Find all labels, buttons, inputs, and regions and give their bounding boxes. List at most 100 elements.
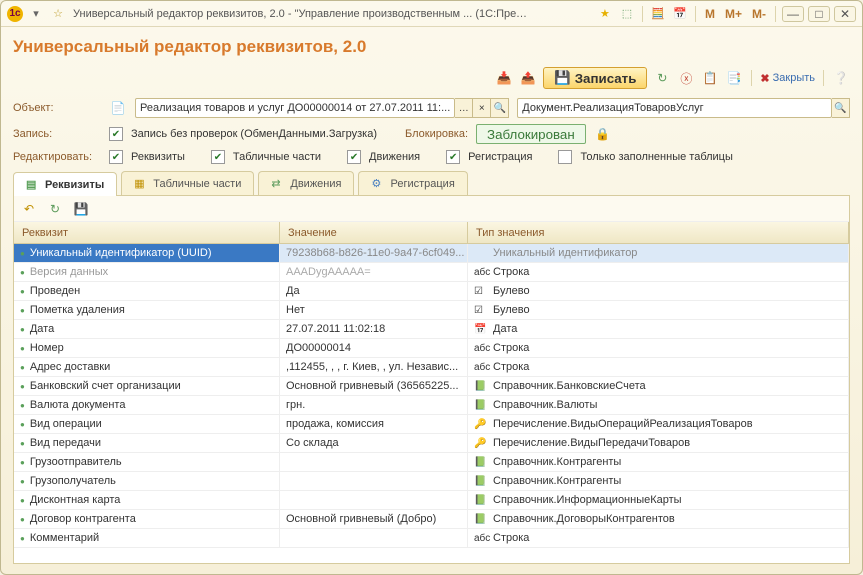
close-button[interactable]: ✖ Закрыть [760,72,815,85]
row-bullet-icon: ● [20,477,25,486]
table-row[interactable]: ●Вид передачиСо склада🔑Перечисление.Виды… [14,434,849,453]
object-select-button[interactable]: … [455,98,473,118]
table-row[interactable]: ●НомерДО00000014aбcСтрока [14,339,849,358]
col-value[interactable]: Значение [280,222,468,243]
edit-label: Редактировать: [13,151,101,163]
undo-icon[interactable]: ↶ [20,200,38,218]
object-row: Объект: 📄 Реализация товаров и услуг ДО0… [13,95,850,121]
table-row[interactable]: ●Уникальный идентификатор (UUID)79238b68… [14,244,849,263]
table-row[interactable]: ●Банковский счет организацииОсновной гри… [14,377,849,396]
grid-header: Реквизит Значение Тип значения [14,222,849,244]
mem-m[interactable]: M [702,7,718,21]
type-icon: 🔑 [474,438,488,449]
app-window: 1c ▾ ☆ Универсальный редактор реквизитов… [0,0,863,575]
table-row[interactable]: ●Дисконтная карта📗Справочник.Информацион… [14,491,849,510]
type-icon: aбc [474,533,488,544]
tab-requisites[interactable]: ▤Реквизиты [13,172,117,196]
row-bullet-icon: ● [20,401,25,410]
table-row[interactable]: ●Договор контрагентаОсновной гривневый (… [14,510,849,529]
tab-registration[interactable]: ⚙Регистрация [358,171,467,195]
doc-type-search-button[interactable]: 🔍 [832,98,850,118]
star-outline-icon[interactable]: ☆ [49,6,67,22]
doc-type-input[interactable]: Документ.РеализацияТоваровУслуг [517,98,832,118]
row-bullet-icon: ● [20,439,25,448]
edit-registration-checkbox[interactable]: ✔ [446,150,460,164]
table-row[interactable]: ●Валюта документагрн.📗Справочник.Валюты [14,396,849,415]
edit-row: Редактировать: ✔Реквизиты ✔Табличные час… [13,147,850,167]
action-toolbar: 📥 📤 💾 Записать ↻ ⓧ 📋 📑 ✖ Закрыть ❔ [13,65,850,95]
table-row[interactable]: ●Грузоотправитель📗Справочник.Контрагенты [14,453,849,472]
table-row[interactable]: ●Версия данныхAAADygAAAAA=aбcСтрока [14,263,849,282]
tab-tables[interactable]: ▦Табличные части [121,171,254,195]
table-row[interactable]: ●Адрес доставки,112455, , , г. Киев, , у… [14,358,849,377]
row-bullet-icon: ● [20,344,25,353]
grid-icon: ▦ [134,177,148,191]
col-type[interactable]: Тип значения [468,222,849,243]
col-name[interactable]: Реквизит [14,222,280,243]
edit-tables-checkbox[interactable]: ✔ [211,150,225,164]
app-icon: 1c [7,6,23,22]
type-icon: aбc [474,343,488,354]
row-bullet-icon: ● [20,287,25,296]
tab-movements[interactable]: ⇄Движения [258,171,354,195]
page-title: Универсальный редактор реквизитов, 2.0 [13,35,850,65]
object-clear-button[interactable]: × [473,98,491,118]
refresh-icon[interactable]: ↻ [653,69,671,87]
window-title: Универсальный редактор реквизитов, 2.0 -… [73,8,533,20]
record-nocheck-label: Запись без проверок (ОбменДанными.Загруз… [131,128,377,140]
minimize-button[interactable]: — [782,6,804,22]
locked-button[interactable]: Заблокирован [476,124,586,144]
mem-mminus[interactable]: M- [749,7,769,21]
save-icon: 💾 [554,70,571,86]
table-row[interactable]: ●Грузополучатель📗Справочник.Контрагенты [14,472,849,491]
table-row[interactable]: ●Дата27.07.2011 11:02:18📅Дата [14,320,849,339]
type-icon: 📗 [474,400,488,411]
delete-icon[interactable]: ⓧ [677,69,695,87]
record-label: Запись: [13,128,101,140]
help-icon[interactable]: ❔ [832,69,850,87]
table-row[interactable]: ●ПроведенДа☑Булево [14,282,849,301]
mem-mplus[interactable]: M+ [722,7,745,21]
type-icon: 📗 [474,381,488,392]
table-row[interactable]: ●КомментарийaбcСтрока [14,529,849,548]
copy-icon[interactable]: 📑 [725,69,743,87]
table-row[interactable]: ●Пометка удаленияНет☑Булево [14,301,849,320]
list-green-icon: ▤ [26,178,40,192]
record-nocheck-checkbox[interactable]: ✔ [109,127,123,141]
movements-icon: ⇄ [271,177,285,191]
row-bullet-icon: ● [20,515,25,524]
calc-icon[interactable]: 🧮 [649,6,667,22]
row-bullet-icon: ● [20,268,25,277]
row-bullet-icon: ● [20,306,25,315]
save-grid-icon[interactable]: 💾 [72,200,90,218]
maximize-button[interactable]: □ [808,6,830,22]
doc-in-icon[interactable]: 📥 [495,69,513,87]
type-icon: 📗 [474,476,488,487]
row-bullet-icon: ● [20,249,25,258]
close-window-button[interactable]: ✕ [834,6,856,22]
refresh-grid-icon[interactable]: ↻ [46,200,64,218]
edit-movements-checkbox[interactable]: ✔ [347,150,361,164]
lock-icon[interactable]: 🔒 [594,125,612,143]
link-icon[interactable]: ⬚ [618,6,636,22]
object-input[interactable]: Реализация товаров и услуг ДО00000014 от… [135,98,455,118]
edit-requisites-checkbox[interactable]: ✔ [109,150,123,164]
write-button[interactable]: 💾 Записать [543,67,647,89]
tabs: ▤Реквизиты ▦Табличные части ⇄Движения ⚙Р… [13,171,850,196]
calendar-icon[interactable]: 📅 [671,6,689,22]
doc-icon[interactable]: 📄 [109,99,127,117]
only-filled-checkbox[interactable] [558,150,572,164]
row-bullet-icon: ● [20,382,25,391]
doc-out-icon[interactable]: 📤 [519,69,537,87]
table-row[interactable]: ●Вид операциипродажа, комиссия🔑Перечисле… [14,415,849,434]
dropdown-icon[interactable]: ▾ [27,6,45,22]
row-bullet-icon: ● [20,496,25,505]
grid: Реквизит Значение Тип значения ●Уникальн… [14,222,849,563]
type-icon: aбc [474,362,488,373]
type-icon: ☑ [474,286,488,297]
registration-icon: ⚙ [371,177,385,191]
object-search-button[interactable]: 🔍 [491,98,509,118]
list-icon[interactable]: 📋 [701,69,719,87]
grid-body[interactable]: ●Уникальный идентификатор (UUID)79238b68… [14,244,849,563]
star-icon[interactable]: ★ [596,6,614,22]
